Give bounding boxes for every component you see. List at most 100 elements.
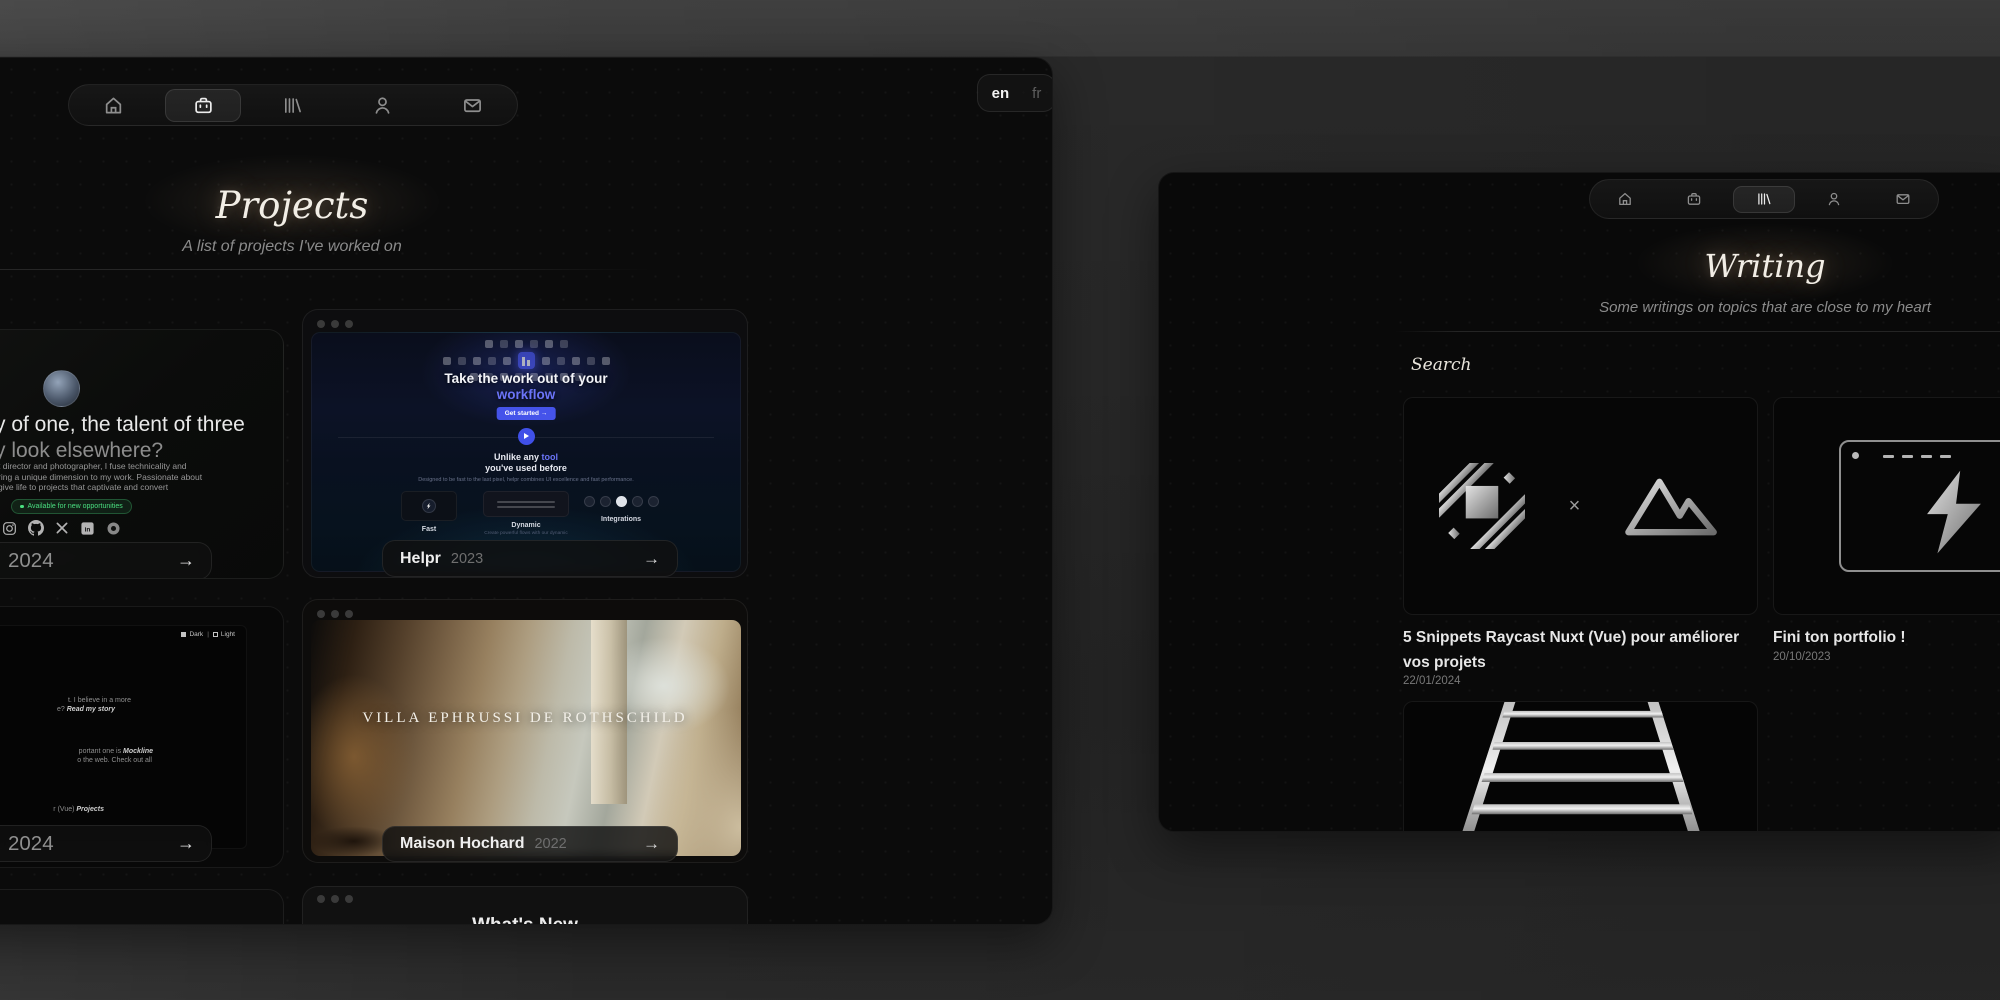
ladder-graphic xyxy=(1404,702,1757,832)
helpr-hero-title: Take the work out of yourworkflow xyxy=(312,371,740,403)
nav-item-home[interactable] xyxy=(1594,186,1656,213)
instagram-icon[interactable] xyxy=(2,521,17,536)
header-divider xyxy=(1395,331,2000,332)
x-logo-icon[interactable] xyxy=(55,521,69,535)
theme-toggle: Dark | Light xyxy=(181,631,235,638)
raycast-logo-icon xyxy=(1439,463,1525,549)
nav-item-about[interactable] xyxy=(1803,186,1865,213)
writing-main-nav xyxy=(1589,179,1939,219)
project-card-about-site[interactable]: Dark | Light t. I believe in a more e? R… xyxy=(0,606,284,868)
bolt-icon xyxy=(425,502,433,510)
article-card-portfolio[interactable] xyxy=(1773,397,2000,615)
project-year: 2022 xyxy=(534,836,566,852)
page-subtitle: A list of projects I've worked on xyxy=(92,238,492,256)
card-footer: Helpr 2023 → xyxy=(382,540,678,577)
feature-integrations: Integrations xyxy=(561,491,681,523)
site-screenshot xyxy=(0,625,247,849)
nav-item-writing[interactable] xyxy=(255,89,331,122)
language-switcher: en fr xyxy=(977,74,1053,112)
helpr-caption: Designed to be fast to the last pixel, h… xyxy=(312,477,740,483)
search-label: Search xyxy=(1411,355,1471,375)
availability-badge: Available for new opportunities xyxy=(11,499,132,514)
svg-text:in: in xyxy=(85,526,91,533)
social-links: in xyxy=(2,520,121,536)
library-icon xyxy=(282,95,303,116)
project-card-whats-new[interactable]: What's New xyxy=(302,886,748,925)
window-dots-icon xyxy=(317,320,353,328)
article-card-ladder[interactable] xyxy=(1403,701,1758,832)
project-card-helpr[interactable]: Take the work out of yourworkflow Get st… xyxy=(302,309,748,578)
nav-item-about[interactable] xyxy=(345,89,421,122)
helpr-tagline-2: you've used before xyxy=(312,463,740,473)
about-text-line: portant one is Mockline xyxy=(79,748,153,755)
project-year: 2024 xyxy=(8,832,54,856)
project-card-intro[interactable]: y of one, the talent of three y look els… xyxy=(0,329,284,579)
lang-option-fr[interactable]: fr xyxy=(1026,84,1047,103)
arrow-right-icon[interactable]: → xyxy=(177,833,195,854)
page-title: Projects xyxy=(142,184,442,227)
article-title[interactable]: Fini ton portfolio ! xyxy=(1773,625,2000,650)
nav-item-projects[interactable] xyxy=(1663,186,1725,213)
writing-window: Writing Some writings on topics that are… xyxy=(1158,172,2000,832)
card-footer: Maison Hochard 2022 → xyxy=(382,826,678,862)
projects-window: en fr Projects A list of projects I've w… xyxy=(0,57,1053,925)
mail-icon xyxy=(462,95,483,116)
project-name: Helpr xyxy=(400,550,441,568)
nav-item-contact[interactable] xyxy=(1872,186,1934,213)
separator-x: × xyxy=(1569,495,1581,518)
about-text-line: r (Vue) Projects xyxy=(53,806,104,813)
library-icon xyxy=(1756,191,1772,207)
card-footer: 2024 → xyxy=(0,825,212,862)
article-cover: × xyxy=(1404,398,1757,614)
article-date: 22/01/2024 xyxy=(1403,675,1461,687)
play-button-icon xyxy=(518,428,535,445)
window-dashes-icon xyxy=(1883,455,1951,458)
window-dots-icon xyxy=(317,895,353,903)
user-icon xyxy=(1826,191,1842,207)
status-dot-icon xyxy=(20,505,24,509)
nav-item-contact[interactable] xyxy=(434,89,510,122)
helpr-site-preview: Take the work out of yourworkflow Get st… xyxy=(311,332,741,572)
arrow-right-icon[interactable]: → xyxy=(643,834,660,854)
get-started-button: Get started → xyxy=(497,407,556,420)
intro-body-text: t director and photographer, I fuse tech… xyxy=(0,461,202,493)
github-icon[interactable] xyxy=(28,520,44,536)
about-text-line: t. I believe in a more xyxy=(68,697,131,704)
villa-photo xyxy=(311,620,741,856)
arrow-right-icon[interactable]: → xyxy=(643,549,660,569)
intro-headline: y of one, the talent of three y look els… xyxy=(0,412,245,464)
browser-window-icon xyxy=(1839,440,2000,572)
ring-icon[interactable] xyxy=(106,521,121,536)
lang-option-en[interactable]: en xyxy=(986,84,1016,103)
project-card-maison-hochard[interactable]: Villa Ephrussi de Rothschild Maison Hoch… xyxy=(302,599,748,863)
mail-icon xyxy=(1895,191,1911,207)
article-title[interactable]: 5 Snippets Raycast Nuxt (Vue) pour améli… xyxy=(1403,625,1748,675)
about-text-line: e? Read my story xyxy=(57,706,115,713)
arrow-right-icon[interactable]: → xyxy=(177,550,195,571)
lightning-bolt-icon xyxy=(1925,468,1983,561)
nav-item-writing[interactable] xyxy=(1733,186,1795,213)
article-date: 20/10/2023 xyxy=(1773,651,1831,663)
header-divider xyxy=(0,269,651,270)
whats-new-title: What's New xyxy=(303,915,747,925)
photo-caption: Villa Ephrussi de Rothschild xyxy=(303,710,747,727)
briefcase-icon xyxy=(193,95,214,116)
nav-item-home[interactable] xyxy=(76,89,152,122)
window-dots-icon xyxy=(317,610,353,618)
project-year: 2023 xyxy=(451,551,483,567)
about-text-line: o the web. Check out all xyxy=(77,757,152,764)
article-card-raycast-nuxt[interactable]: × xyxy=(1403,397,1758,615)
helpr-tagline: Unlike any tool xyxy=(312,452,740,462)
light-square-icon xyxy=(213,632,218,637)
home-icon xyxy=(103,95,124,116)
helpr-logo-tile xyxy=(518,352,535,369)
nav-item-projects[interactable] xyxy=(165,89,241,122)
avatar xyxy=(43,370,80,407)
nuxt-logo-icon xyxy=(1624,474,1722,538)
user-icon xyxy=(372,95,393,116)
linkedin-icon[interactable]: in xyxy=(80,521,95,536)
project-card-partial[interactable] xyxy=(0,889,284,925)
card-footer: 2024 → xyxy=(0,542,212,579)
projects-main-nav xyxy=(68,84,518,126)
project-name: Maison Hochard xyxy=(400,835,524,853)
